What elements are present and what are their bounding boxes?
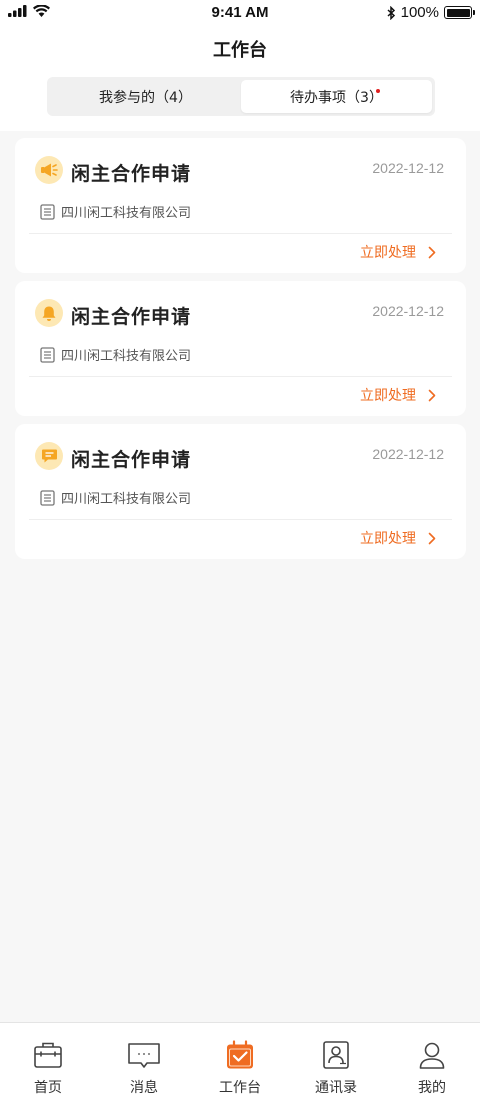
todo-card[interactable]: 闲主合作申请 2022-12-12 四川闲工科技有限公司 立即处理: [15, 138, 466, 273]
tab-messages-label: 消息: [130, 1080, 158, 1096]
status-bar: 9:41 AM 100%: [0, 0, 480, 26]
company-name: 四川闲工科技有限公司: [61, 492, 192, 507]
bottom-tab-bar: 首页 消息 工作台 通讯录 我的: [0, 1022, 480, 1102]
user-icon: [419, 1042, 445, 1069]
document-icon: [40, 489, 55, 506]
process-now-label: 立即处理: [360, 245, 416, 261]
company-name: 四川闲工科技有限公司: [61, 206, 192, 221]
card-title: 闲主合作申请: [71, 163, 192, 185]
process-now-button[interactable]: 立即处理: [360, 242, 436, 262]
tab-participated[interactable]: 我参与的（4）: [50, 80, 241, 113]
document-icon: [40, 346, 55, 363]
page-title: 工作台: [213, 40, 267, 61]
tab-todo[interactable]: 待办事项（3）: [241, 80, 432, 113]
tab-contacts[interactable]: 通讯录: [288, 1023, 384, 1102]
process-now-button[interactable]: 立即处理: [360, 528, 436, 548]
tab-workbench-label: 工作台: [219, 1080, 261, 1096]
tab-participated-label: 我参与的（4）: [99, 89, 192, 106]
chat-icon: [128, 1043, 160, 1068]
process-now-label: 立即处理: [360, 388, 416, 404]
battery-icon: [444, 6, 475, 19]
card-date: 2022-12-12: [372, 303, 444, 319]
calendar-check-icon: [227, 1040, 253, 1069]
card-title: 闲主合作申请: [71, 449, 192, 471]
tab-home[interactable]: 首页: [0, 1023, 96, 1102]
tab-mine[interactable]: 我的: [384, 1023, 480, 1102]
card-date: 2022-12-12: [372, 160, 444, 176]
card-date: 2022-12-12: [372, 446, 444, 462]
divider: [29, 376, 452, 377]
bluetooth-icon: [387, 5, 395, 20]
tab-messages[interactable]: 消息: [96, 1023, 192, 1102]
chevron-right-icon: [428, 389, 436, 401]
todo-card[interactable]: 闲主合作申请 2022-12-12 四川闲工科技有限公司 立即处理: [15, 424, 466, 559]
company-row: 四川闲工科技有限公司: [40, 345, 191, 364]
company-row: 四川闲工科技有限公司: [40, 202, 191, 221]
bell-icon: [35, 299, 63, 327]
company-name: 四川闲工科技有限公司: [61, 349, 192, 364]
briefcase-icon: [34, 1042, 62, 1068]
tab-mine-label: 我的: [418, 1080, 446, 1096]
battery-percent: 100%: [400, 4, 439, 21]
divider: [29, 519, 452, 520]
chevron-right-icon: [428, 532, 436, 544]
todo-list: 闲主合作申请 2022-12-12 四川闲工科技有限公司 立即处理 闲主合作申请…: [15, 138, 466, 567]
message-icon: [35, 442, 63, 470]
tab-home-label: 首页: [34, 1080, 62, 1096]
megaphone-icon: [35, 156, 63, 184]
company-row: 四川闲工科技有限公司: [40, 488, 191, 507]
segmented-control: 我参与的（4） 待办事项（3）: [47, 77, 435, 116]
contacts-icon: [323, 1041, 349, 1069]
process-now-label: 立即处理: [360, 531, 416, 547]
todo-card[interactable]: 闲主合作申请 2022-12-12 四川闲工科技有限公司 立即处理: [15, 281, 466, 416]
process-now-button[interactable]: 立即处理: [360, 385, 436, 405]
tab-todo-label: 待办事项（3）: [290, 89, 383, 106]
document-icon: [40, 203, 55, 220]
unread-dot: [376, 89, 380, 93]
top-area: 9:41 AM 100% 工作台 我参与的（4） 待办事项（3）: [0, 0, 480, 131]
tab-contacts-label: 通讯录: [315, 1080, 357, 1096]
chevron-right-icon: [428, 246, 436, 258]
tab-workbench[interactable]: 工作台: [192, 1023, 288, 1102]
divider: [29, 233, 452, 234]
card-title: 闲主合作申请: [71, 306, 192, 328]
status-right: 100%: [387, 4, 475, 21]
